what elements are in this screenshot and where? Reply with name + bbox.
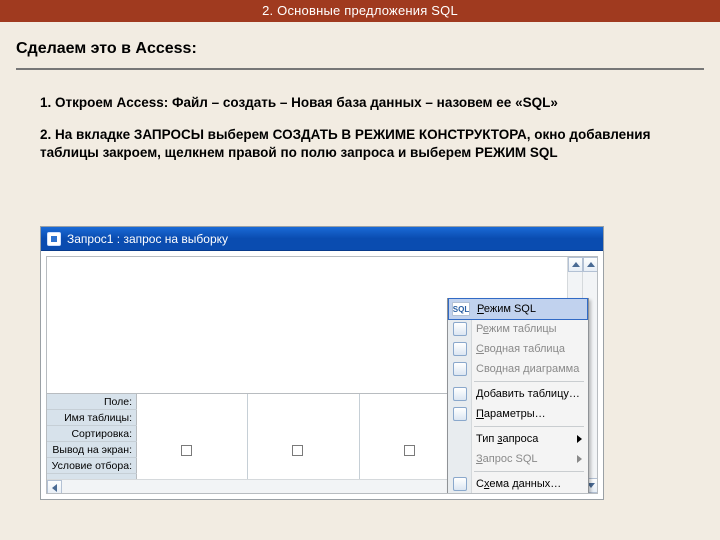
scroll-up-icon[interactable] [583,257,598,272]
window-title: Запрос1 : запрос на выборку [67,232,228,246]
menu-separator [474,381,584,382]
grid-label: Вывод на экран: [47,442,137,457]
menu-item-label: Сводная диаграмма [476,363,579,375]
body-text: 1. Откроем Access: Файл – создать – Нова… [0,70,720,163]
access-window: Запрос1 : запрос на выборку Поле: Имя та… [40,226,604,500]
grid-cell[interactable] [248,458,359,474]
menu-item-11[interactable]: Схема данных… [448,474,588,494]
menu-item-2: Сводная таблица [448,339,588,359]
menu-item-icon [453,407,467,421]
grid-cell[interactable] [248,426,359,442]
submenu-arrow-icon [577,455,582,463]
grid-cell[interactable] [137,394,248,410]
menu-item-icon [453,387,467,401]
menu-item-label: Сводная таблица [476,343,565,355]
submenu-arrow-icon [577,435,582,443]
menu-item-icon [453,342,467,356]
scroll-up-icon[interactable] [568,257,583,272]
grid-cell[interactable] [137,426,248,442]
grid-cell[interactable] [137,458,248,474]
menu-item-5[interactable]: Добавить таблицу… [448,384,588,404]
menu-item-label: Схема данных… [476,478,561,490]
page-subtitle: Сделаем это в Access: [0,22,720,58]
menu-item-label: Режим SQL [477,303,536,315]
grid-cell[interactable] [137,410,248,426]
menu-item-icon [453,322,467,336]
menu-item-6[interactable]: Параметры… [448,404,588,424]
menu-item-label: Режим таблицы [476,323,557,335]
titlebar: Запрос1 : запрос на выборку [41,227,603,251]
menu-item-label: Тип запроса [476,433,538,445]
grid-checkbox[interactable] [137,442,248,458]
page-header-title: 2. Основные предложения SQL [262,3,458,18]
grid-label: Имя таблицы: [47,410,137,425]
context-menu: SQL Режим SQL Режим таблицы Сводная таблица… [447,298,589,494]
step-2: 2. На вкладке ЗАПРОСЫ выберем СОЗДАТЬ В … [40,126,662,162]
step-1: 1. Откроем Access: Файл – создать – Нова… [40,94,662,112]
menu-item-9: Запрос SQL [448,449,588,469]
grid-cell[interactable] [248,394,359,410]
scroll-left-icon[interactable] [47,480,62,494]
menu-item-label: Добавить таблицу… [476,388,580,400]
grid-label: Поле: [47,394,137,409]
menu-item-1: Режим таблицы [448,319,588,339]
window-icon [47,232,61,246]
grid-label: Сортировка: [47,426,137,441]
query-canvas: Поле: Имя таблицы: Сортировка: Вывод на … [46,256,598,494]
menu-item-label: Запрос SQL [476,453,538,465]
menu-item-0[interactable]: SQL Режим SQL [448,298,588,320]
grid-cell[interactable] [248,410,359,426]
menu-item-8[interactable]: Тип запроса [448,429,588,449]
menu-item-3: Сводная диаграмма [448,359,588,379]
menu-separator [474,471,584,472]
menu-separator [474,426,584,427]
menu-item-label: Параметры… [476,408,546,420]
grid-checkbox[interactable] [248,442,359,458]
page-header: 2. Основные предложения SQL [0,0,720,22]
menu-item-icon [453,477,467,491]
grid-label: Условие отбора: [47,458,137,473]
menu-item-icon [453,362,467,376]
sql-badge-icon: SQL [452,302,470,316]
